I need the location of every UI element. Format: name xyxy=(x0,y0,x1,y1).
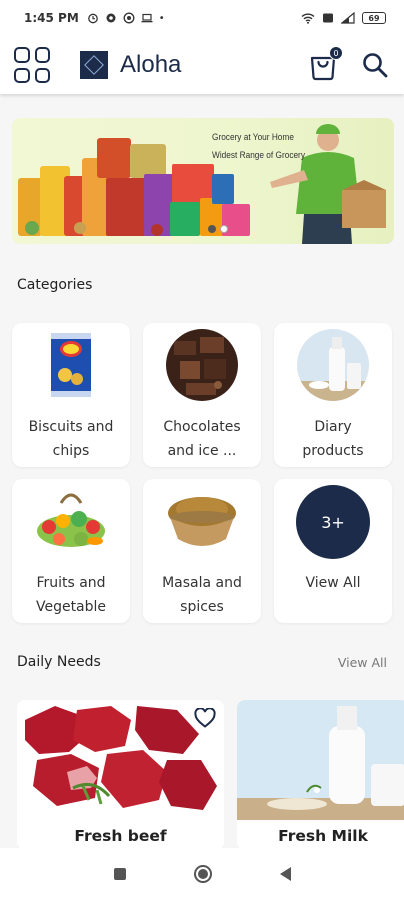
spice-bowl-image xyxy=(166,485,238,557)
category-card-view-all[interactable]: 3+ View All xyxy=(274,479,392,623)
recents-button[interactable] xyxy=(113,868,126,880)
fruit-basket-image xyxy=(35,485,107,557)
daily-needs-view-all-link[interactable]: View All xyxy=(338,655,387,670)
app-logo xyxy=(80,51,108,79)
category-label: View All xyxy=(305,575,361,591)
category-label: Chocolates xyxy=(163,419,241,435)
app-title: Aloha xyxy=(120,51,182,78)
status-time: 1:45 PM xyxy=(24,11,79,25)
alarm-icon xyxy=(87,13,98,24)
product-card-milk[interactable]: Fresh Milk xyxy=(237,700,404,850)
whatsapp-icon xyxy=(123,12,135,24)
category-label: Diary xyxy=(314,419,352,435)
beef-image xyxy=(17,700,224,820)
category-card-fruits[interactable]: Fruits and Vegetable xyxy=(12,479,130,623)
product-name: Fresh beef xyxy=(74,827,167,845)
chocolates-image xyxy=(166,329,238,401)
category-label: Fruits and xyxy=(36,575,106,591)
grocery-products-image xyxy=(18,124,386,244)
cart-count-badge: 0 xyxy=(329,46,343,60)
banner-subline: Widest Range of Grocery xyxy=(212,150,305,160)
heart-icon[interactable] xyxy=(194,708,216,728)
promo-banner[interactable]: Grocery at Your Home Widest Range of Gro… xyxy=(12,118,394,244)
system-nav-bar xyxy=(0,848,404,900)
app-bar: Aloha 0 xyxy=(0,36,404,94)
view-all-badge: 3+ xyxy=(296,485,370,559)
laptop-icon xyxy=(141,13,153,23)
menu-grid-icon[interactable] xyxy=(14,47,50,83)
product-name: Fresh Milk xyxy=(278,827,368,845)
vo-wifi-icon xyxy=(323,13,333,23)
dairy-products-image xyxy=(297,329,369,401)
category-label-2: and ice ... xyxy=(167,443,237,459)
back-button[interactable] xyxy=(279,867,291,881)
categories-title: Categories xyxy=(17,277,93,293)
category-label-2: products xyxy=(302,443,364,459)
settings-icon xyxy=(106,13,116,23)
search-icon xyxy=(363,53,388,78)
product-card-beef[interactable]: Fresh beef xyxy=(17,700,224,850)
category-label-2: chips xyxy=(52,443,90,459)
carousel-dot-active[interactable] xyxy=(208,225,216,233)
category-card-masala[interactable]: Masala and spices xyxy=(143,479,261,623)
status-bar: 1:45 PM • 69 xyxy=(0,0,404,36)
home-button[interactable] xyxy=(193,865,212,883)
search-button[interactable] xyxy=(360,50,390,80)
category-label-2: spices xyxy=(180,599,224,615)
carousel-dot[interactable] xyxy=(220,225,228,233)
battery-icon: 69 xyxy=(362,12,386,24)
category-label: Biscuits and xyxy=(28,419,114,435)
daily-needs-title: Daily Needs xyxy=(17,654,101,670)
milk-image xyxy=(237,700,404,820)
signal-icon xyxy=(341,12,355,24)
category-card-chocolates[interactable]: Chocolates and ice ... xyxy=(143,323,261,467)
wifi-icon xyxy=(301,13,315,24)
category-label: Masala and xyxy=(162,575,242,591)
category-label-2: Vegetable xyxy=(35,599,107,615)
dot-icon: • xyxy=(158,12,165,24)
cart-button[interactable]: 0 xyxy=(308,46,343,81)
banner-headline: Grocery at Your Home xyxy=(212,132,294,142)
category-card-biscuits[interactable]: Biscuits and chips xyxy=(12,323,130,467)
category-card-dairy[interactable]: Diary products xyxy=(274,323,392,467)
chips-packet-image xyxy=(35,329,107,401)
